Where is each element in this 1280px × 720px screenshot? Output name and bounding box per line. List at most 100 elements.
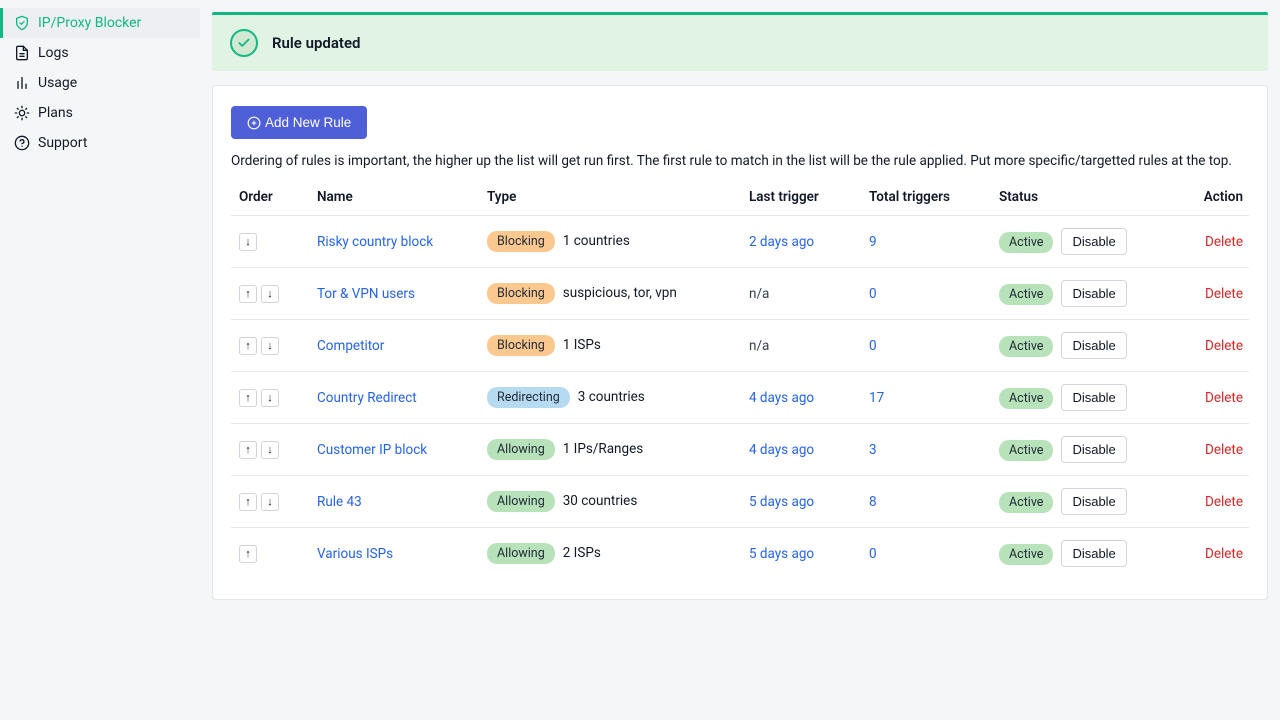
type-detail: 1 IPs/Ranges [563,441,644,457]
sidebar-item-ip-proxy-blocker[interactable]: IP/Proxy Blocker [0,8,200,38]
type-badge: Blocking [487,231,555,252]
total-triggers-link[interactable]: 17 [869,390,884,406]
alert-title: Rule updated [272,34,360,52]
move-down-button[interactable]: ↓ [261,493,279,511]
sidebar-item-usage[interactable]: Usage [0,68,200,98]
delete-link[interactable]: Delete [1205,442,1243,458]
rules-table: Order Name Type Last trigger Total trigg… [231,179,1249,579]
file-icon [14,45,30,61]
move-up-button[interactable]: ↑ [239,493,257,511]
disable-button[interactable]: Disable [1061,436,1126,463]
move-down-button[interactable]: ↓ [261,285,279,303]
status-badge: Active [999,440,1053,461]
rule-name-link[interactable]: Rule 43 [317,494,362,510]
sun-icon [14,105,30,121]
type-badge: Allowing [487,491,555,512]
type-badge: Allowing [487,439,555,460]
disable-button[interactable]: Disable [1061,488,1126,515]
sidebar: IP/Proxy Blocker LogsUsage Plans Support [0,0,200,720]
rule-name-link[interactable]: Risky country block [317,234,433,250]
total-triggers-link[interactable]: 8 [869,494,877,510]
add-rule-label: Add New Rule [265,115,351,130]
col-total-triggers: Total triggers [861,179,991,216]
col-status: Status [991,179,1161,216]
status-badge: Active [999,284,1053,305]
status-badge: Active [999,336,1053,357]
sidebar-item-label: IP/Proxy Blocker [38,15,141,31]
last-trigger: n/a [749,338,769,354]
check-circle-icon [230,29,258,57]
bars-icon [14,75,30,91]
table-row: ↓ Risky country block Blocking 1 countries 2… [231,216,1249,268]
move-up-button[interactable]: ↑ [239,545,257,563]
success-alert: Rule updated [212,12,1268,71]
delete-link[interactable]: Delete [1205,546,1243,562]
sidebar-item-label: Plans [38,105,73,121]
move-down-button[interactable]: ↓ [261,337,279,355]
table-row: ↑↓ Tor & VPN users Blocking suspicious, tor… [231,268,1249,320]
total-triggers-link[interactable]: 0 [869,286,877,302]
col-order: Order [231,179,309,216]
sidebar-item-support[interactable]: Support [0,128,200,158]
move-up-button[interactable]: ↑ [239,337,257,355]
last-trigger[interactable]: 4 days ago [749,442,814,458]
delete-link[interactable]: Delete [1205,338,1243,354]
help-icon [14,135,30,151]
delete-link[interactable]: Delete [1205,286,1243,302]
rules-card: Add New Rule Ordering of rules is import… [212,85,1268,600]
delete-link[interactable]: Delete [1205,390,1243,406]
table-row: ↑↓CompetitorBlocking1 ISPsn/a0ActiveDisa… [231,320,1249,372]
table-row: ↑↓ Rule 43 Allowing 30 countries 5 days ago 8… [231,476,1249,528]
col-name: Name [309,179,479,216]
disable-button[interactable]: Disable [1061,228,1126,255]
disable-button[interactable]: Disable [1061,384,1126,411]
sidebar-item-label: Support [38,135,87,151]
col-type: Type [479,179,741,216]
move-down-button[interactable]: ↓ [261,441,279,459]
last-trigger: n/a [749,286,769,302]
type-detail: suspicious, tor, vpn [563,285,677,301]
last-trigger[interactable]: 2 days ago [749,234,814,250]
shield-icon [14,15,30,31]
total-triggers-link[interactable]: 3 [869,442,877,458]
move-down-button[interactable]: ↓ [239,233,257,251]
status-badge: Active [999,232,1053,253]
disable-button[interactable]: Disable [1061,540,1126,567]
table-row: ↑Various ISPsAllowing2 ISPs5 days ago0Ac… [231,528,1249,580]
move-up-button[interactable]: ↑ [239,441,257,459]
sidebar-item-logs[interactable]: Logs [0,38,200,68]
total-triggers-link[interactable]: 0 [869,546,877,562]
last-trigger[interactable]: 5 days ago [749,494,814,510]
sidebar-item-plans[interactable]: Plans [0,98,200,128]
rule-name-link[interactable]: Customer IP block [317,442,427,458]
last-trigger[interactable]: 4 days ago [749,390,814,406]
disable-button[interactable]: Disable [1061,280,1126,307]
move-down-button[interactable]: ↓ [261,389,279,407]
type-badge: Blocking [487,335,555,356]
type-detail: 30 countries [563,493,638,509]
delete-link[interactable]: Delete [1205,234,1243,250]
total-triggers-link[interactable]: 0 [869,338,877,354]
status-badge: Active [999,492,1053,513]
type-badge: Allowing [487,543,555,564]
rule-name-link[interactable]: Various ISPs [317,546,393,562]
total-triggers-link[interactable]: 9 [869,234,877,250]
col-action: Action [1161,179,1249,216]
type-badge: Redirecting [487,387,570,408]
table-row: ↑↓Country RedirectRedirecting3 countries… [231,372,1249,424]
add-rule-button[interactable]: Add New Rule [231,106,367,139]
rule-name-link[interactable]: Country Redirect [317,390,417,406]
status-badge: Active [999,544,1053,565]
move-up-button[interactable]: ↑ [239,389,257,407]
disable-button[interactable]: Disable [1061,332,1126,359]
move-up-button[interactable]: ↑ [239,285,257,303]
last-trigger[interactable]: 5 days ago [749,546,814,562]
rule-name-link[interactable]: Competitor [317,338,384,354]
type-detail: 1 countries [563,233,630,249]
col-last-trigger: Last trigger [741,179,861,216]
delete-link[interactable]: Delete [1205,494,1243,510]
main-content: Rule updated Add New Rule Ordering of ru… [200,0,1280,720]
type-badge: Blocking [487,283,555,304]
rule-name-link[interactable]: Tor & VPN users [317,286,415,302]
help-text: Ordering of rules is important, the high… [231,153,1249,169]
